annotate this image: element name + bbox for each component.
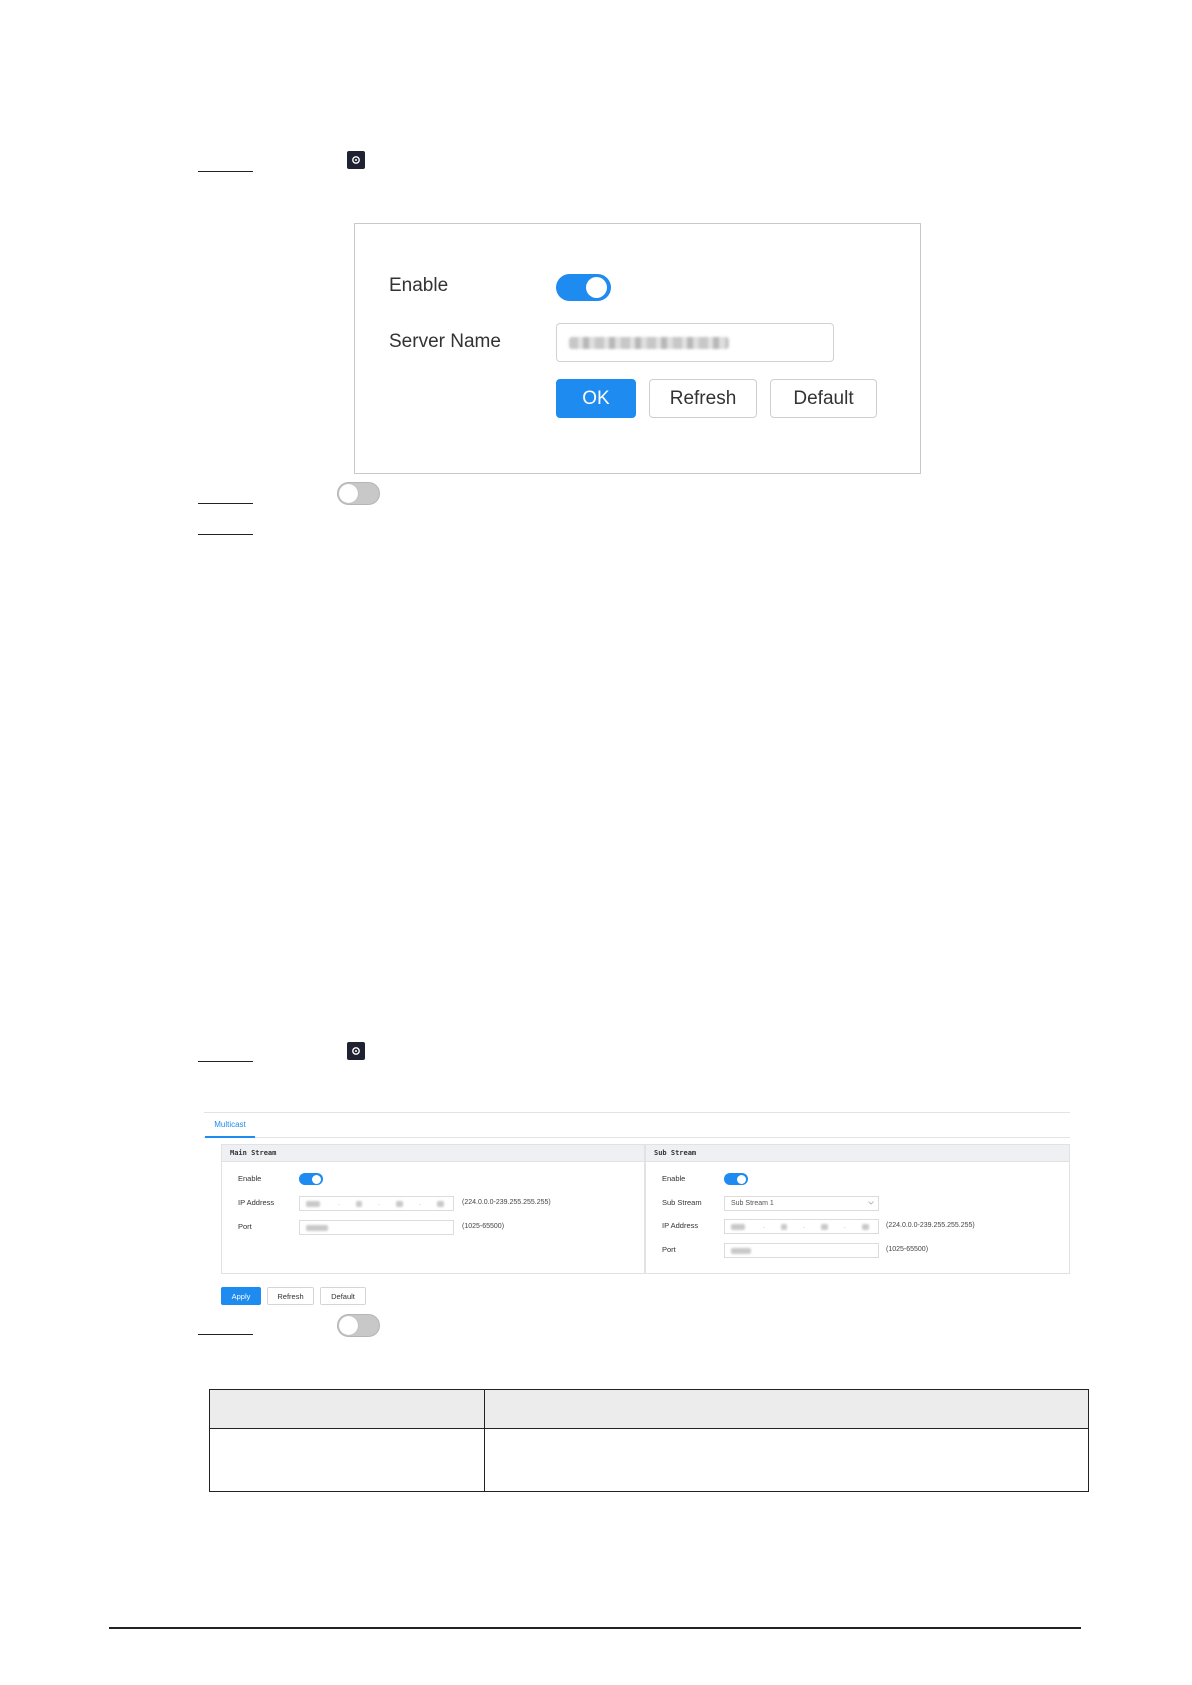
table-cell [209, 1428, 485, 1492]
main-enable-toggle[interactable] [299, 1173, 323, 1185]
step-underline [198, 1334, 253, 1335]
blurred-value [355, 1200, 362, 1207]
blurred-value [395, 1200, 403, 1207]
main-port-input[interactable] [299, 1220, 454, 1235]
main-port-range: (1025-65500) [462, 1223, 505, 1230]
tab-multicast[interactable]: Multicast [205, 1113, 255, 1138]
blurred-value [306, 1224, 328, 1231]
blurred-value [820, 1223, 828, 1230]
table-row [209, 1428, 1089, 1492]
sub-stream-select[interactable]: Sub Stream 1 [724, 1196, 879, 1211]
sub-stream-label: Sub Stream [662, 1198, 702, 1207]
sub-port-range: (1025-65500) [886, 1246, 929, 1253]
step-underline [198, 1061, 253, 1062]
main-stream-title: Main Stream [222, 1145, 644, 1162]
parameter-table [209, 1389, 1089, 1492]
apply-button[interactable]: Apply [221, 1287, 261, 1305]
main-enable-label: Enable [238, 1174, 262, 1183]
sub-port-input[interactable] [724, 1243, 879, 1258]
main-ip-range: (224.0.0.0-239.255.255.255) [462, 1199, 551, 1206]
server-name-label: Server Name [389, 331, 501, 352]
chevron-down-icon [868, 1201, 874, 1205]
enable-label: Enable [389, 275, 449, 296]
gear-icon [347, 1042, 365, 1060]
table-header-cell [484, 1389, 1089, 1429]
blurred-value [731, 1247, 751, 1254]
sub-stream-section: Sub Stream Enable Sub Stream Sub Stream … [645, 1144, 1070, 1274]
multicast-panel: Multicast Main Stream Enable IP Address … [204, 1112, 1070, 1305]
blurred-value [861, 1223, 869, 1230]
sub-enable-toggle[interactable] [724, 1173, 748, 1185]
toggle-icon [337, 482, 380, 505]
main-ip-label: IP Address [238, 1198, 275, 1207]
table-header-cell [209, 1389, 485, 1429]
sub-enable-label: Enable [662, 1174, 686, 1183]
blurred-value [780, 1223, 787, 1230]
ok-button[interactable]: OK [556, 379, 636, 418]
sub-stream-title: Sub Stream [646, 1145, 1069, 1162]
default-button[interactable]: Default [770, 379, 877, 418]
blurred-value [436, 1200, 444, 1207]
footer-divider [109, 1627, 1081, 1629]
sub-ip-range: (224.0.0.0-239.255.255.255) [886, 1222, 975, 1229]
default-button[interactable]: Default [320, 1287, 366, 1305]
refresh-button[interactable]: Refresh [649, 379, 757, 418]
gear-icon [347, 151, 365, 169]
step-underline [198, 534, 253, 535]
sub-ip-input[interactable]: . . . [724, 1219, 879, 1234]
main-port-label: Port [238, 1222, 252, 1231]
step-underline [198, 503, 253, 504]
blurred-value [731, 1223, 745, 1230]
server-name-input[interactable] [556, 323, 834, 362]
blurred-value [306, 1200, 320, 1207]
sub-ip-label: IP Address [662, 1221, 699, 1230]
main-ip-input[interactable]: . . . [299, 1196, 454, 1211]
sub-port-label: Port [662, 1245, 676, 1254]
enable-toggle[interactable] [556, 274, 611, 301]
server-settings-panel: Enable Server Name OK Refresh Default [354, 223, 921, 474]
sub-stream-value: Sub Stream 1 [731, 1200, 774, 1207]
toggle-icon [337, 1314, 380, 1337]
main-stream-section: Main Stream Enable IP Address . . . (224… [221, 1144, 645, 1274]
tab-bar: Multicast [204, 1112, 1070, 1138]
step-underline [198, 171, 253, 172]
blurred-value [569, 336, 729, 349]
table-cell [484, 1428, 1089, 1492]
table-header-row [209, 1389, 1089, 1429]
refresh-button[interactable]: Refresh [267, 1287, 314, 1305]
